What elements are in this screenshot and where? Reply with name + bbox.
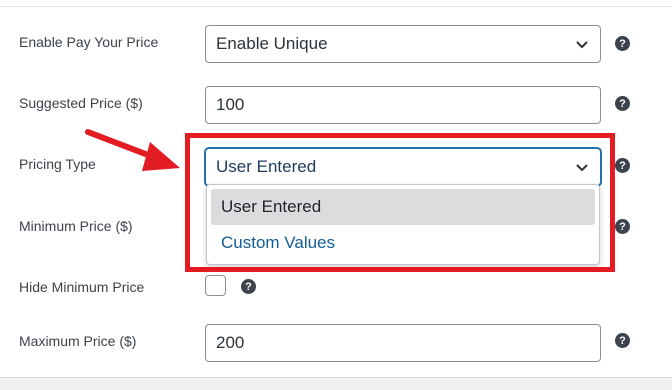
question-circle-icon[interactable]: ? — [615, 333, 630, 348]
enable-pay-your-price-label: Enable Pay Your Price — [19, 34, 159, 50]
red-arrow-icon — [85, 129, 180, 171]
minimum-price-label: Minimum Price ($) — [19, 218, 133, 234]
question-circle-icon[interactable]: ? — [241, 279, 256, 294]
suggested-price-value: 100 — [216, 95, 245, 114]
chevron-down-icon — [576, 41, 588, 49]
bottom-panel-edge — [0, 377, 672, 390]
annotation-highlight-box — [185, 133, 615, 272]
hide-minimum-price-label: Hide Minimum Price — [19, 279, 145, 295]
suggested-price-input[interactable]: 100 — [205, 86, 601, 124]
enable-pay-your-price-value: Enable Unique — [216, 34, 328, 53]
question-circle-icon[interactable]: ? — [615, 158, 630, 173]
top-divider — [0, 6, 672, 7]
suggested-price-label: Suggested Price ($) — [19, 95, 143, 111]
hide-minimum-price-checkbox[interactable] — [205, 275, 226, 296]
question-circle-icon[interactable]: ? — [615, 36, 630, 51]
product-pricing-settings: Enable Pay Your Price Enable Unique ? Su… — [0, 0, 672, 390]
question-circle-icon[interactable]: ? — [615, 219, 630, 234]
question-circle-icon[interactable]: ? — [615, 96, 630, 111]
maximum-price-label: Maximum Price ($) — [19, 333, 137, 349]
maximum-price-input[interactable]: 200 — [205, 324, 601, 362]
enable-pay-your-price-select[interactable]: Enable Unique — [205, 25, 601, 63]
maximum-price-value: 200 — [216, 333, 245, 352]
